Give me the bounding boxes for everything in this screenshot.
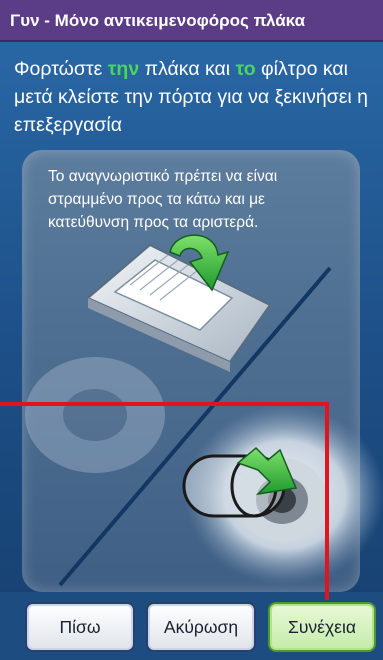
- loading-illustration: [25, 234, 383, 587]
- device-left-shape: [25, 357, 165, 473]
- screen: Γυν - Μόνο αντικειμενοφόρος πλάκα Φορτώσ…: [0, 0, 383, 660]
- continue-button[interactable]: Συνέχεια: [268, 602, 376, 652]
- cancel-button[interactable]: Ακύρωση: [146, 602, 256, 652]
- slide-illustration: [86, 243, 272, 372]
- back-button[interactable]: Πίσω: [25, 602, 135, 652]
- orientation-note: Το αναγνωριστικό πρέπει να είναι στραμμέ…: [48, 168, 278, 231]
